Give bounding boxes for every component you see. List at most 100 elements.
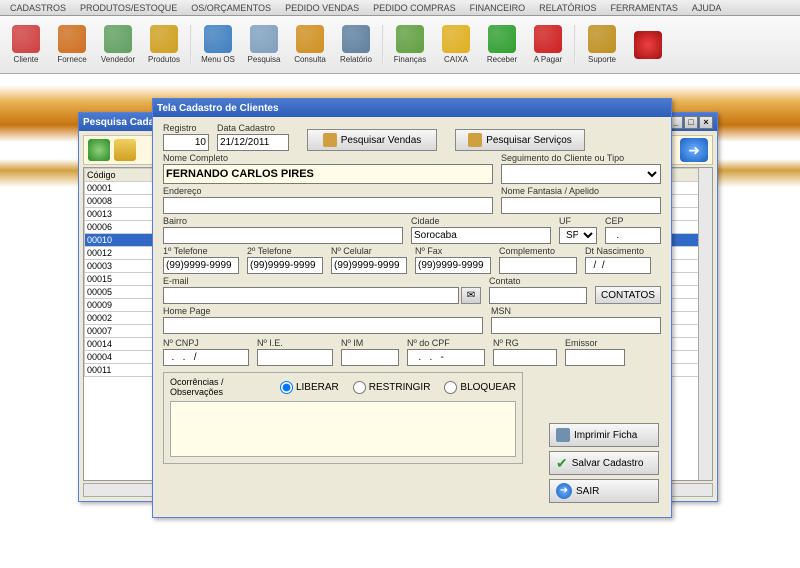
salvar-button[interactable]: ✔Salvar Cadastro: [549, 451, 659, 475]
toolbar-suporte[interactable]: Suporte: [582, 25, 622, 64]
menu-pedido compras[interactable]: PEDIDO COMPRAS: [367, 3, 462, 13]
emissor-input[interactable]: [565, 349, 625, 366]
menu-ferramentas[interactable]: FERRAMENTAS: [604, 3, 683, 13]
add-icon[interactable]: [88, 139, 110, 161]
label-ie: Nº I.E.: [257, 338, 333, 348]
toolbar-menu-os[interactable]: Menu OS: [198, 25, 238, 64]
menu-pedido vendas[interactable]: PEDIDO VENDAS: [279, 3, 365, 13]
label-emissor: Emissor: [565, 338, 625, 348]
receber-icon: [488, 25, 516, 53]
label-uf: UF: [559, 216, 597, 226]
pesquisa-icon: [250, 25, 278, 53]
toolbar-label: Vendedor: [101, 55, 135, 64]
suporte-icon: [588, 25, 616, 53]
toolbar-relatorio[interactable]: Relatório: [336, 25, 376, 64]
cnpj-input[interactable]: [163, 349, 249, 366]
main-toolbar: ClienteFornece Vendedor Produtos Menu OS Pes…: [0, 16, 800, 74]
cadastro-title: Tela Cadastro de Clientes: [157, 103, 279, 114]
toolbar-label: Suporte: [588, 55, 616, 64]
toolbar-exit[interactable]: [628, 31, 668, 59]
toolbar-vendedor[interactable]: Vendedor: [98, 25, 138, 64]
radio-bloquear[interactable]: BLOQUEAR: [444, 381, 516, 394]
menu-os/orçamentos[interactable]: OS/ORÇAMENTOS: [185, 3, 277, 13]
toolbar-pesquisa[interactable]: Pesquisa: [244, 25, 284, 64]
email-send-button[interactable]: ✉: [461, 287, 481, 304]
bairro-input[interactable]: [163, 227, 403, 244]
toolbar-consulta[interactable]: Consulta: [290, 25, 330, 64]
contato-input[interactable]: [489, 287, 587, 304]
search-icon: [323, 133, 337, 147]
toolbar-apagar[interactable]: A Pagar: [528, 25, 568, 64]
fantasia-input[interactable]: [501, 197, 661, 214]
fax-input[interactable]: [415, 257, 491, 274]
cadastro-titlebar[interactable]: Tela Cadastro de Clientes: [153, 99, 671, 117]
menu-produtos/estoque[interactable]: PRODUTOS/ESTOQUE: [74, 3, 183, 13]
homepage-input[interactable]: [163, 317, 483, 334]
sair-button[interactable]: ➜SAIR: [549, 479, 659, 503]
email-input[interactable]: [163, 287, 459, 304]
toolbar-label: Finanças: [394, 55, 426, 64]
toolbar-caixa[interactable]: CAIXA: [436, 25, 476, 64]
cliente-icon: [12, 25, 40, 53]
label-complemento: Complemento: [499, 246, 577, 256]
nasc-input[interactable]: [585, 257, 651, 274]
menu-os-icon: [204, 25, 232, 53]
edit-icon[interactable]: [114, 139, 136, 161]
uf-select[interactable]: SP: [559, 227, 597, 244]
pesquisar-vendas-button[interactable]: Pesquisar Vendas: [307, 129, 437, 151]
menu-financeiro[interactable]: FINANCEIRO: [464, 3, 532, 13]
maximize-button[interactable]: □: [684, 116, 698, 129]
scrollbar-vertical[interactable]: [698, 168, 712, 480]
label-registro: Registro: [163, 123, 209, 133]
label-bairro: Bairro: [163, 216, 403, 226]
radio-restringir[interactable]: RESTRINGIR: [353, 381, 431, 394]
cadastro-window: Tela Cadastro de Clientes Registro Data …: [152, 98, 672, 518]
go-button[interactable]: ➜: [680, 138, 708, 162]
nome-input[interactable]: [163, 164, 493, 184]
pesquisar-servicos-button[interactable]: Pesquisar Serviços: [455, 129, 585, 151]
label-rg: Nº RG: [493, 338, 557, 348]
check-icon: ✔: [556, 455, 568, 472]
obs-textarea[interactable]: [170, 401, 516, 457]
radio-liberar[interactable]: LIBERAR: [280, 381, 339, 394]
label-msn: MSN: [491, 306, 661, 316]
cep-input[interactable]: [605, 227, 661, 244]
relatorio-icon: [342, 25, 370, 53]
toolbar-fornece[interactable]: Fornece: [52, 25, 92, 64]
label-tel1: 1º Telefone: [163, 246, 239, 256]
im-input[interactable]: [341, 349, 399, 366]
label-nome: Nome Completo: [163, 153, 493, 163]
close-button[interactable]: ×: [699, 116, 713, 129]
toolbar-label: Pesquisa: [248, 55, 281, 64]
complemento-input[interactable]: [499, 257, 577, 274]
toolbar-produtos[interactable]: Produtos: [144, 25, 184, 64]
label-cep: CEP: [605, 216, 661, 226]
contatos-button[interactable]: CONTATOS: [595, 286, 661, 304]
celular-input[interactable]: [331, 257, 407, 274]
label-im: Nº IM: [341, 338, 399, 348]
menu-cadastros[interactable]: CADASTROS: [4, 3, 72, 13]
tel2-input[interactable]: [247, 257, 323, 274]
cpf-input[interactable]: [407, 349, 485, 366]
label-homepage: Home Page: [163, 306, 483, 316]
label-data: Data Cadastro: [217, 123, 289, 133]
imprimir-button[interactable]: Imprimir Ficha: [549, 423, 659, 447]
rg-input[interactable]: [493, 349, 557, 366]
toolbar-cliente[interactable]: Cliente: [6, 25, 46, 64]
cidade-input[interactable]: [411, 227, 551, 244]
seguimento-select[interactable]: [501, 164, 661, 184]
toolbar-receber[interactable]: Receber: [482, 25, 522, 64]
label-nasc: Dt Nascimento: [585, 246, 651, 256]
tel1-input[interactable]: [163, 257, 239, 274]
data-input[interactable]: [217, 134, 289, 151]
menu-relatórios[interactable]: RELATÓRIOS: [533, 3, 602, 13]
label-email: E-mail: [163, 276, 481, 286]
endereco-input[interactable]: [163, 197, 493, 214]
menu-bar: CADASTROSPRODUTOS/ESTOQUEOS/ORÇAMENTOSPE…: [0, 0, 800, 16]
toolbar-financas[interactable]: Finanças: [390, 25, 430, 64]
ie-input[interactable]: [257, 349, 333, 366]
registro-input[interactable]: [163, 134, 209, 151]
msn-input[interactable]: [491, 317, 661, 334]
menu-ajuda[interactable]: AJUDA: [686, 3, 728, 13]
toolbar-label: Menu OS: [201, 55, 235, 64]
